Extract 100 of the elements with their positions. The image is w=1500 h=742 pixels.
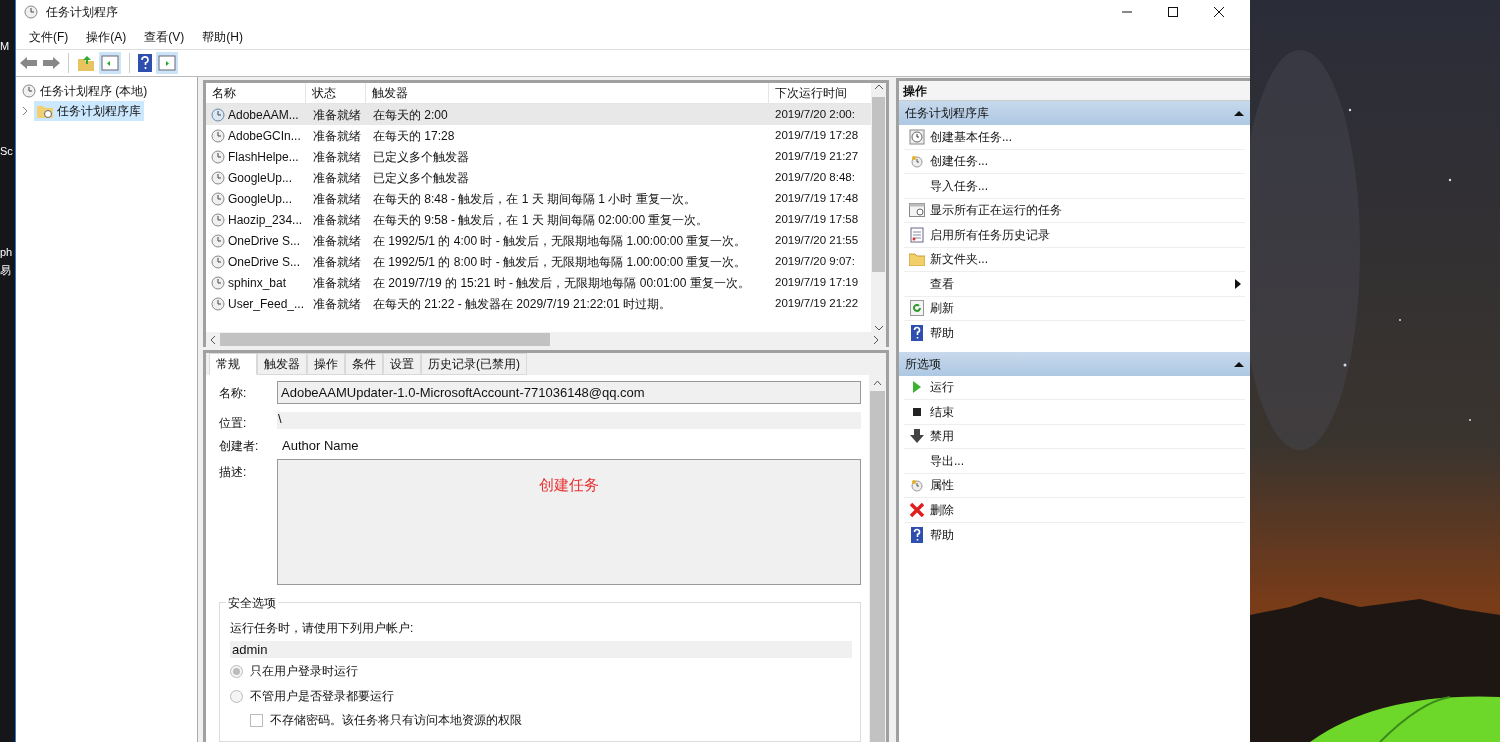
field-label: 创建者: [219,438,260,455]
clock-icon [909,128,925,145]
task-row[interactable]: OneDrive S... 准备就绪 在 1992/5/1 的 4:00 时 - 触发后，无限期地每隔 1.00:00:00 重复一次。 2019/7/20 21:55 [206,230,871,251]
tab[interactable]: 触发器 [257,353,307,375]
clock-icon [910,154,924,169]
section-header[interactable]: 任务计划程序库 [899,101,1250,125]
column-header[interactable]: 触发器 [366,83,769,103]
clock-icon [211,170,225,185]
action-item[interactable]: 结束 [904,400,1245,425]
tab[interactable]: 操作 [307,353,345,375]
action-item[interactable]: 创建基本任务... [904,125,1245,150]
tab[interactable]: 条件 [345,353,383,375]
account-field[interactable]: admin [230,641,852,658]
desktop-icon-label: Sc [0,144,14,159]
menu-item[interactable]: 操作(A) [77,27,136,46]
menu-item[interactable]: 查看(V) [135,27,194,46]
table-cell-text: 在每天的 2:00 [372,106,449,124]
folder-up-icon[interactable] [77,54,95,72]
action-item[interactable]: 运行 [904,375,1245,400]
tab[interactable]: 常规 [209,353,257,375]
tab[interactable]: 设置 [383,353,421,375]
tree-item[interactable]: 任务计划程序 (本地) [20,81,150,101]
window-title: 任务计划程序 [46,4,118,21]
back-arrow-icon[interactable] [20,56,38,70]
scroll-up-icon[interactable] [874,83,883,91]
task-row[interactable]: sphinx_bat 准备就绪 在 2019/7/19 的 15:21 时 - 触发后，无限期地每隔 00:01:00 重复一次。 2019/7/19 17:19 [206,272,871,293]
task-row[interactable]: OneDrive S... 准备就绪 在 1992/5/1 的 8:00 时 - 触发后，无限期地每隔 1.00:00:00 重复一次。 2019/7/20 9:07: [206,251,871,272]
group-title: 安全选项 [226,594,278,612]
task-row[interactable]: AdobeGCIn... 准备就绪 在每天的 17:28 2019/7/19 17:28 [206,125,871,146]
radio-label: 不管用户是否登录都要运行 [250,688,394,705]
radio-button[interactable] [230,664,243,678]
table-cell-text: 2019/7/20 21:55 [774,232,860,248]
window-icon [909,203,925,218]
table-cell-text: 在 2019/7/19 的 15:21 时 - 触发后，无限期地每隔 00:01:00 重复一次。 [372,274,751,292]
action-item[interactable]: 创建任务... [904,149,1245,174]
action-item[interactable]: 导入任务... [904,174,1245,199]
field-label: 名称: [219,384,248,402]
vertical-scrollbar[interactable] [871,83,886,332]
table-cell-text: AdobeGCIn... [228,127,301,145]
menu-item[interactable]: 帮助(H) [193,27,252,46]
location-field[interactable]: \ [277,412,861,429]
action-item[interactable]: 属性 [904,473,1245,498]
description-field[interactable]: 创建任务 [277,459,861,585]
section-header[interactable]: 所选项 [899,351,1250,376]
panel-icon[interactable] [99,52,121,74]
action-item[interactable]: 查看 [904,272,1245,297]
task-row[interactable]: User_Feed_... 准备就绪 在每天的 21:22 - 触发器在 2029/7/19 21:22:01 时过期。 2019/7/19 21:22 [206,293,871,314]
task-row[interactable]: GoogleUp... 准备就绪 已定义多个触发器 2019/7/20 8:48: [206,167,871,188]
column-header[interactable]: 状态 [306,83,366,103]
action-item[interactable]: 帮助 [904,522,1245,547]
action-item[interactable]: 新文件夹... [904,247,1245,272]
checkbox[interactable] [250,713,263,727]
action-item[interactable]: 删除 [904,498,1245,523]
task-row[interactable]: Haozip_234... 准备就绪 在每天的 9:58 - 触发后，在 1 天 期间每隔 02:00:00 重复一次。 2019/7/19 17:58 [206,209,871,230]
column-header[interactable]: 下次运行时间 [769,83,871,103]
table-cell-text: 准备就绪 [312,148,362,166]
play-icon [912,381,922,394]
table-cell-text: 2019/7/20 2:00: [774,106,856,122]
log-icon [910,226,924,243]
task-row[interactable]: AdobeAAM... 准备就绪 在每天的 2:00 2019/7/20 2:00: [206,104,871,125]
table-cell-text: OneDrive S... [228,232,301,250]
table-cell-text: GoogleUp... [228,169,293,187]
table-cell-text: 2019/7/19 17:58 [774,211,860,227]
table-cell-text: 2019/7/19 17:28 [774,127,860,143]
clock-icon [211,191,225,206]
action-item[interactable]: 启用所有任务历史记录 [904,223,1245,248]
action-item[interactable]: 刷新 [904,296,1245,321]
table-cell-text: FlashHelpe... [228,148,299,166]
action-item[interactable]: 帮助 [904,321,1245,346]
action-item[interactable]: 导出... [904,449,1245,474]
table-cell-text: 准备就绪 [312,169,362,187]
table-cell-text: 在每天的 9:58 - 触发后，在 1 天 期间每隔 02:00:00 重复一次。 [372,211,710,229]
help-icon [911,325,923,342]
clock-icon [211,107,225,122]
menu-item[interactable]: 文件(F) [20,27,78,46]
clock-icon [24,5,38,19]
table-cell-text: 在每天的 21:22 - 触发器在 2029/7/19 21:22:01 时过期。 [372,295,673,313]
field-label: 位置: [219,414,248,432]
tab[interactable]: 历史记录(已禁用) [421,353,527,375]
forward-arrow-icon[interactable] [42,56,60,70]
checkbox-label: 不存储密码。该任务将只有访问本地资源的权限 [270,712,522,729]
horizontal-scrollbar[interactable] [206,332,886,347]
action-item[interactable]: 禁用 [904,424,1245,449]
task-row[interactable]: FlashHelpe... 准备就绪 已定义多个触发器 2019/7/19 21:27 [206,146,871,167]
scroll-down-icon[interactable] [874,324,883,332]
vertical-scrollbar[interactable] [869,375,886,742]
table-cell-text: 准备就绪 [312,190,362,208]
field-label: 描述: [219,464,248,481]
action-item[interactable]: 显示所有正在运行的任务 [904,198,1245,223]
tree-item[interactable]: 任务计划程序库 [34,101,144,121]
column-header[interactable]: 名称 [206,83,306,103]
name-field[interactable]: AdobeAAMUpdater-1.0-MicrosoftAccount-771036148@qq.com [277,381,861,404]
clock-icon [211,254,225,269]
chevron-right-icon[interactable] [20,106,30,116]
help-icon[interactable] [138,54,152,72]
table-cell-text: GoogleUp... [228,190,293,208]
radio-button[interactable] [230,689,243,703]
task-row[interactable]: GoogleUp... 准备就绪 在每天的 8:48 - 触发后，在 1 天 期间每隔 1 小时 重复一次。 2019/7/19 17:48 [206,188,871,209]
scroll-up-icon[interactable] [873,379,882,387]
table-cell-text: sphinx_bat [228,274,287,292]
